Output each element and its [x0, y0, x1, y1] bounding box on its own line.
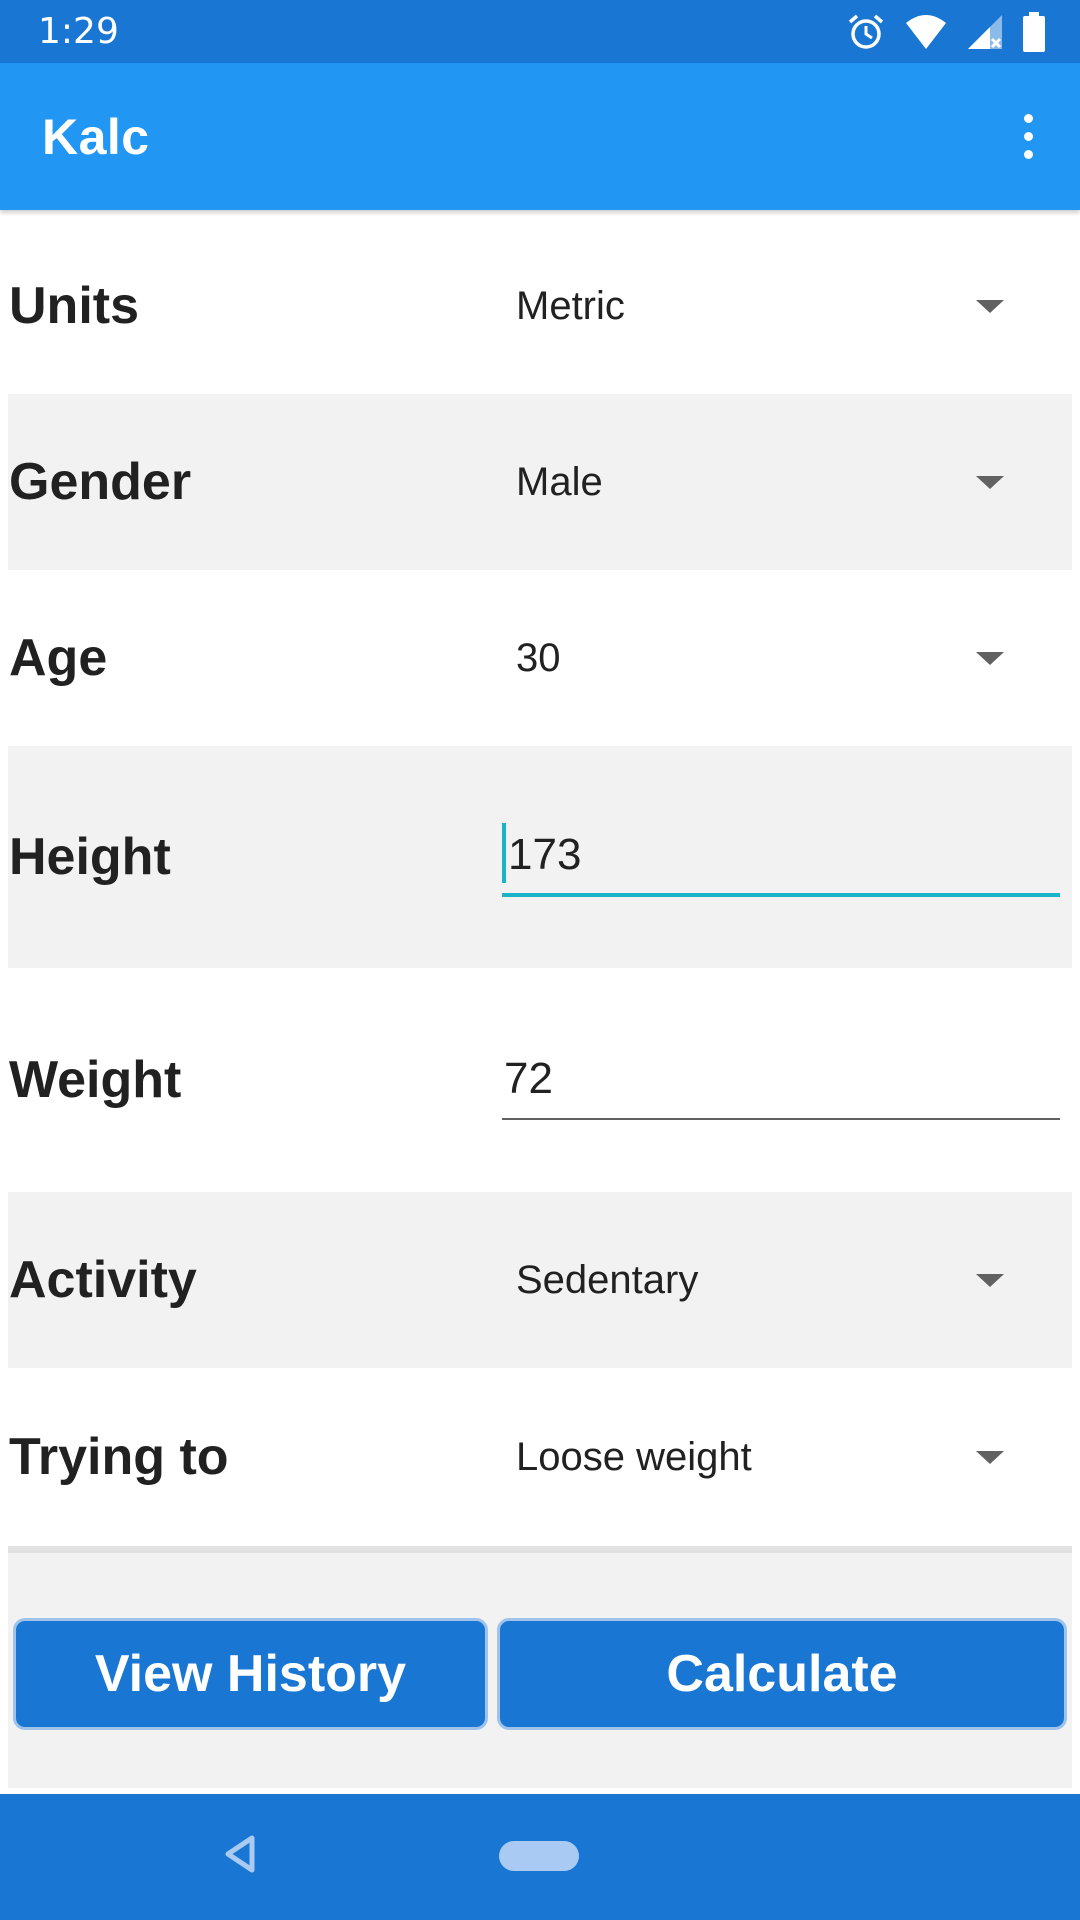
- dropdown-arrow-icon: [976, 476, 1004, 489]
- back-icon[interactable]: [222, 1834, 258, 1879]
- units-row: Units Metric: [8, 218, 1072, 394]
- age-label: Age: [9, 629, 108, 687]
- dropdown-arrow-icon: [976, 300, 1004, 313]
- height-value: 173: [508, 830, 582, 879]
- gender-row: Gender Male: [8, 394, 1072, 570]
- age-value: 30: [516, 635, 561, 680]
- weight-value: 72: [504, 1054, 553, 1103]
- screen: 1:29 Kalc Units Metric Gender Male Age 3…: [0, 0, 1080, 1920]
- activity-dropdown[interactable]: Sedentary: [502, 1192, 1054, 1368]
- button-bar: View History Calculate: [8, 1546, 1072, 1788]
- status-bar: 1:29: [0, 0, 1080, 63]
- view-history-button[interactable]: View History: [13, 1618, 488, 1730]
- text-cursor: [502, 823, 506, 883]
- gender-value: Male: [516, 459, 603, 504]
- app-bar: Kalc: [0, 63, 1080, 210]
- goal-label: Trying to: [9, 1428, 229, 1486]
- height-label: Height: [9, 828, 171, 886]
- signal-no-data-icon: [966, 13, 1004, 51]
- navigation-bar: [0, 1794, 1080, 1920]
- age-row: Age 30: [8, 570, 1072, 746]
- units-label: Units: [9, 277, 139, 335]
- status-time: 1:29: [38, 11, 119, 52]
- app-title: Kalc: [42, 108, 150, 165]
- weight-label: Weight: [9, 1051, 182, 1109]
- gender-label: Gender: [9, 453, 192, 511]
- gender-dropdown[interactable]: Male: [502, 394, 1054, 570]
- goal-dropdown[interactable]: Loose weight: [502, 1368, 1054, 1546]
- battery-icon: [1022, 11, 1046, 52]
- goal-value: Loose weight: [516, 1434, 752, 1479]
- activity-label: Activity: [9, 1251, 197, 1309]
- height-row: Height 173: [8, 746, 1072, 968]
- activity-row: Activity Sedentary: [8, 1192, 1072, 1368]
- wifi-icon: [904, 13, 948, 51]
- alarm-icon: [846, 12, 886, 52]
- units-value: Metric: [516, 283, 625, 328]
- calculate-button[interactable]: Calculate: [497, 1618, 1067, 1730]
- activity-value: Sedentary: [516, 1257, 699, 1302]
- status-icons: [846, 11, 1046, 52]
- home-pill-icon[interactable]: [499, 1841, 579, 1871]
- more-vert-icon[interactable]: [1004, 105, 1052, 169]
- units-dropdown[interactable]: Metric: [502, 218, 1054, 394]
- age-dropdown[interactable]: 30: [502, 570, 1054, 746]
- dropdown-arrow-icon: [976, 1451, 1004, 1464]
- weight-input[interactable]: 72: [502, 1040, 1060, 1120]
- dropdown-arrow-icon: [976, 652, 1004, 665]
- goal-row: Trying to Loose weight: [8, 1368, 1072, 1546]
- height-input[interactable]: 173: [502, 817, 1060, 897]
- weight-row: Weight 72: [8, 968, 1072, 1192]
- dropdown-arrow-icon: [976, 1274, 1004, 1287]
